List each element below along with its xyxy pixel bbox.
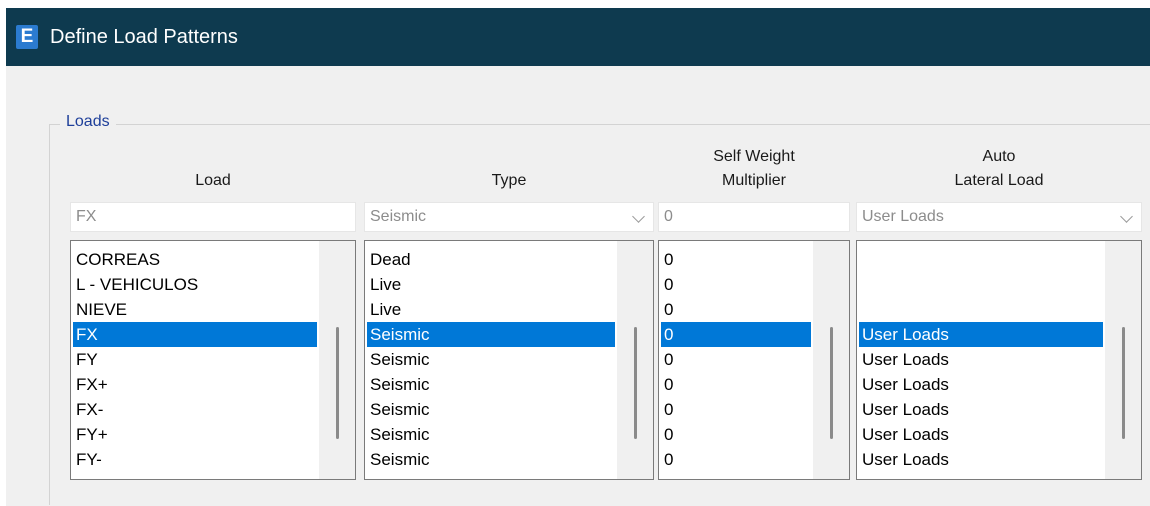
list-item[interactable]: Seismic [367, 422, 615, 447]
list-item[interactable] [859, 272, 1103, 297]
load-type-dropdown-value: Seismic [370, 208, 427, 225]
window-title: Define Load Patterns [50, 26, 238, 48]
self-weight-list-scrollbar[interactable] [813, 241, 849, 479]
list-item[interactable]: Dead [367, 247, 615, 272]
list-item-selected[interactable]: 0 [661, 322, 811, 347]
list-item-selected[interactable]: User Loads [859, 322, 1103, 347]
list-item[interactable]: 0 [661, 447, 811, 472]
auto-lateral-header-line1: Auto [982, 148, 1016, 165]
scrollbar-thumb[interactable] [336, 327, 339, 439]
list-item[interactable]: FX- [73, 397, 317, 422]
load-list-scrollbar[interactable] [319, 241, 355, 479]
auto-lateral-load-dropdown[interactable]: User Loads [856, 202, 1142, 232]
list-item[interactable]: User Loads [859, 447, 1103, 472]
list-item[interactable]: Seismic [367, 447, 615, 472]
auto-lateral-header-line2: Lateral Load [954, 172, 1044, 189]
auto-lateral-load-dropdown-value: User Loads [862, 208, 944, 225]
list-item[interactable]: NIEVE [73, 297, 317, 322]
load-type-dropdown[interactable]: Seismic [364, 202, 654, 232]
list-item[interactable]: Live [367, 272, 615, 297]
list-item[interactable]: Live [367, 297, 615, 322]
list-item[interactable]: 0 [661, 247, 811, 272]
load-name-input[interactable]: FX [70, 202, 356, 232]
self-weight-header-line1: Self Weight [713, 148, 795, 165]
list-item[interactable]: CORREAS [73, 247, 317, 272]
list-item[interactable]: User Loads [859, 372, 1103, 397]
type-listbox[interactable]: Dead Live Live Seismic Seismic Seismic S… [364, 240, 654, 480]
load-column-header: Load [195, 172, 231, 189]
dialog-body: Loads Load Type Self Weight Multiplier A… [6, 66, 1150, 506]
list-item[interactable]: 0 [661, 397, 811, 422]
type-list: Dead Live Live Seismic Seismic Seismic S… [367, 247, 615, 472]
self-weight-multiplier-input[interactable]: 0 [658, 202, 850, 232]
list-item[interactable]: User Loads [859, 347, 1103, 372]
list-item[interactable] [859, 247, 1103, 272]
list-item[interactable] [859, 297, 1103, 322]
list-item[interactable]: FX+ [73, 372, 317, 397]
list-item[interactable]: FY [73, 347, 317, 372]
scrollbar-thumb[interactable] [830, 327, 833, 439]
list-item[interactable]: 0 [661, 372, 811, 397]
list-item[interactable]: Seismic [367, 397, 615, 422]
loads-group-label: Loads [60, 112, 116, 132]
list-item[interactable]: Seismic [367, 347, 615, 372]
self-weight-list: 0 0 0 0 0 0 0 0 0 [661, 247, 811, 472]
chevron-down-icon[interactable] [632, 210, 645, 223]
auto-lateral-list-scrollbar[interactable] [1105, 241, 1141, 479]
list-item[interactable]: FY- [73, 447, 317, 472]
auto-lateral-listbox[interactable]: User Loads User Loads User Loads User Lo… [856, 240, 1142, 480]
chevron-down-icon[interactable] [1120, 210, 1133, 223]
self-weight-listbox[interactable]: 0 0 0 0 0 0 0 0 0 [658, 240, 850, 480]
scrollbar-thumb[interactable] [634, 327, 637, 439]
type-column-header: Type [491, 172, 527, 189]
auto-lateral-list: User Loads User Loads User Loads User Lo… [859, 247, 1103, 472]
list-item[interactable]: L - VEHICULOS [73, 272, 317, 297]
title-bar: E Define Load Patterns [6, 8, 1150, 66]
list-item[interactable]: 0 [661, 422, 811, 447]
load-list: CORREAS L - VEHICULOS NIEVE FX FY FX+ FX… [73, 247, 317, 472]
self-weight-header-line2: Multiplier [721, 172, 786, 189]
list-item[interactable]: User Loads [859, 422, 1103, 447]
list-item[interactable]: 0 [661, 272, 811, 297]
scrollbar-thumb[interactable] [1122, 327, 1125, 439]
etabs-app-icon: E [16, 25, 38, 49]
list-item[interactable]: Seismic [367, 372, 615, 397]
list-item[interactable]: User Loads [859, 397, 1103, 422]
list-item[interactable]: 0 [661, 297, 811, 322]
load-listbox[interactable]: CORREAS L - VEHICULOS NIEVE FX FY FX+ FX… [70, 240, 356, 480]
list-item-selected[interactable]: Seismic [367, 322, 615, 347]
list-item-selected[interactable]: FX [73, 322, 317, 347]
list-item[interactable]: FY+ [73, 422, 317, 447]
type-list-scrollbar[interactable] [617, 241, 653, 479]
list-item[interactable]: 0 [661, 347, 811, 372]
